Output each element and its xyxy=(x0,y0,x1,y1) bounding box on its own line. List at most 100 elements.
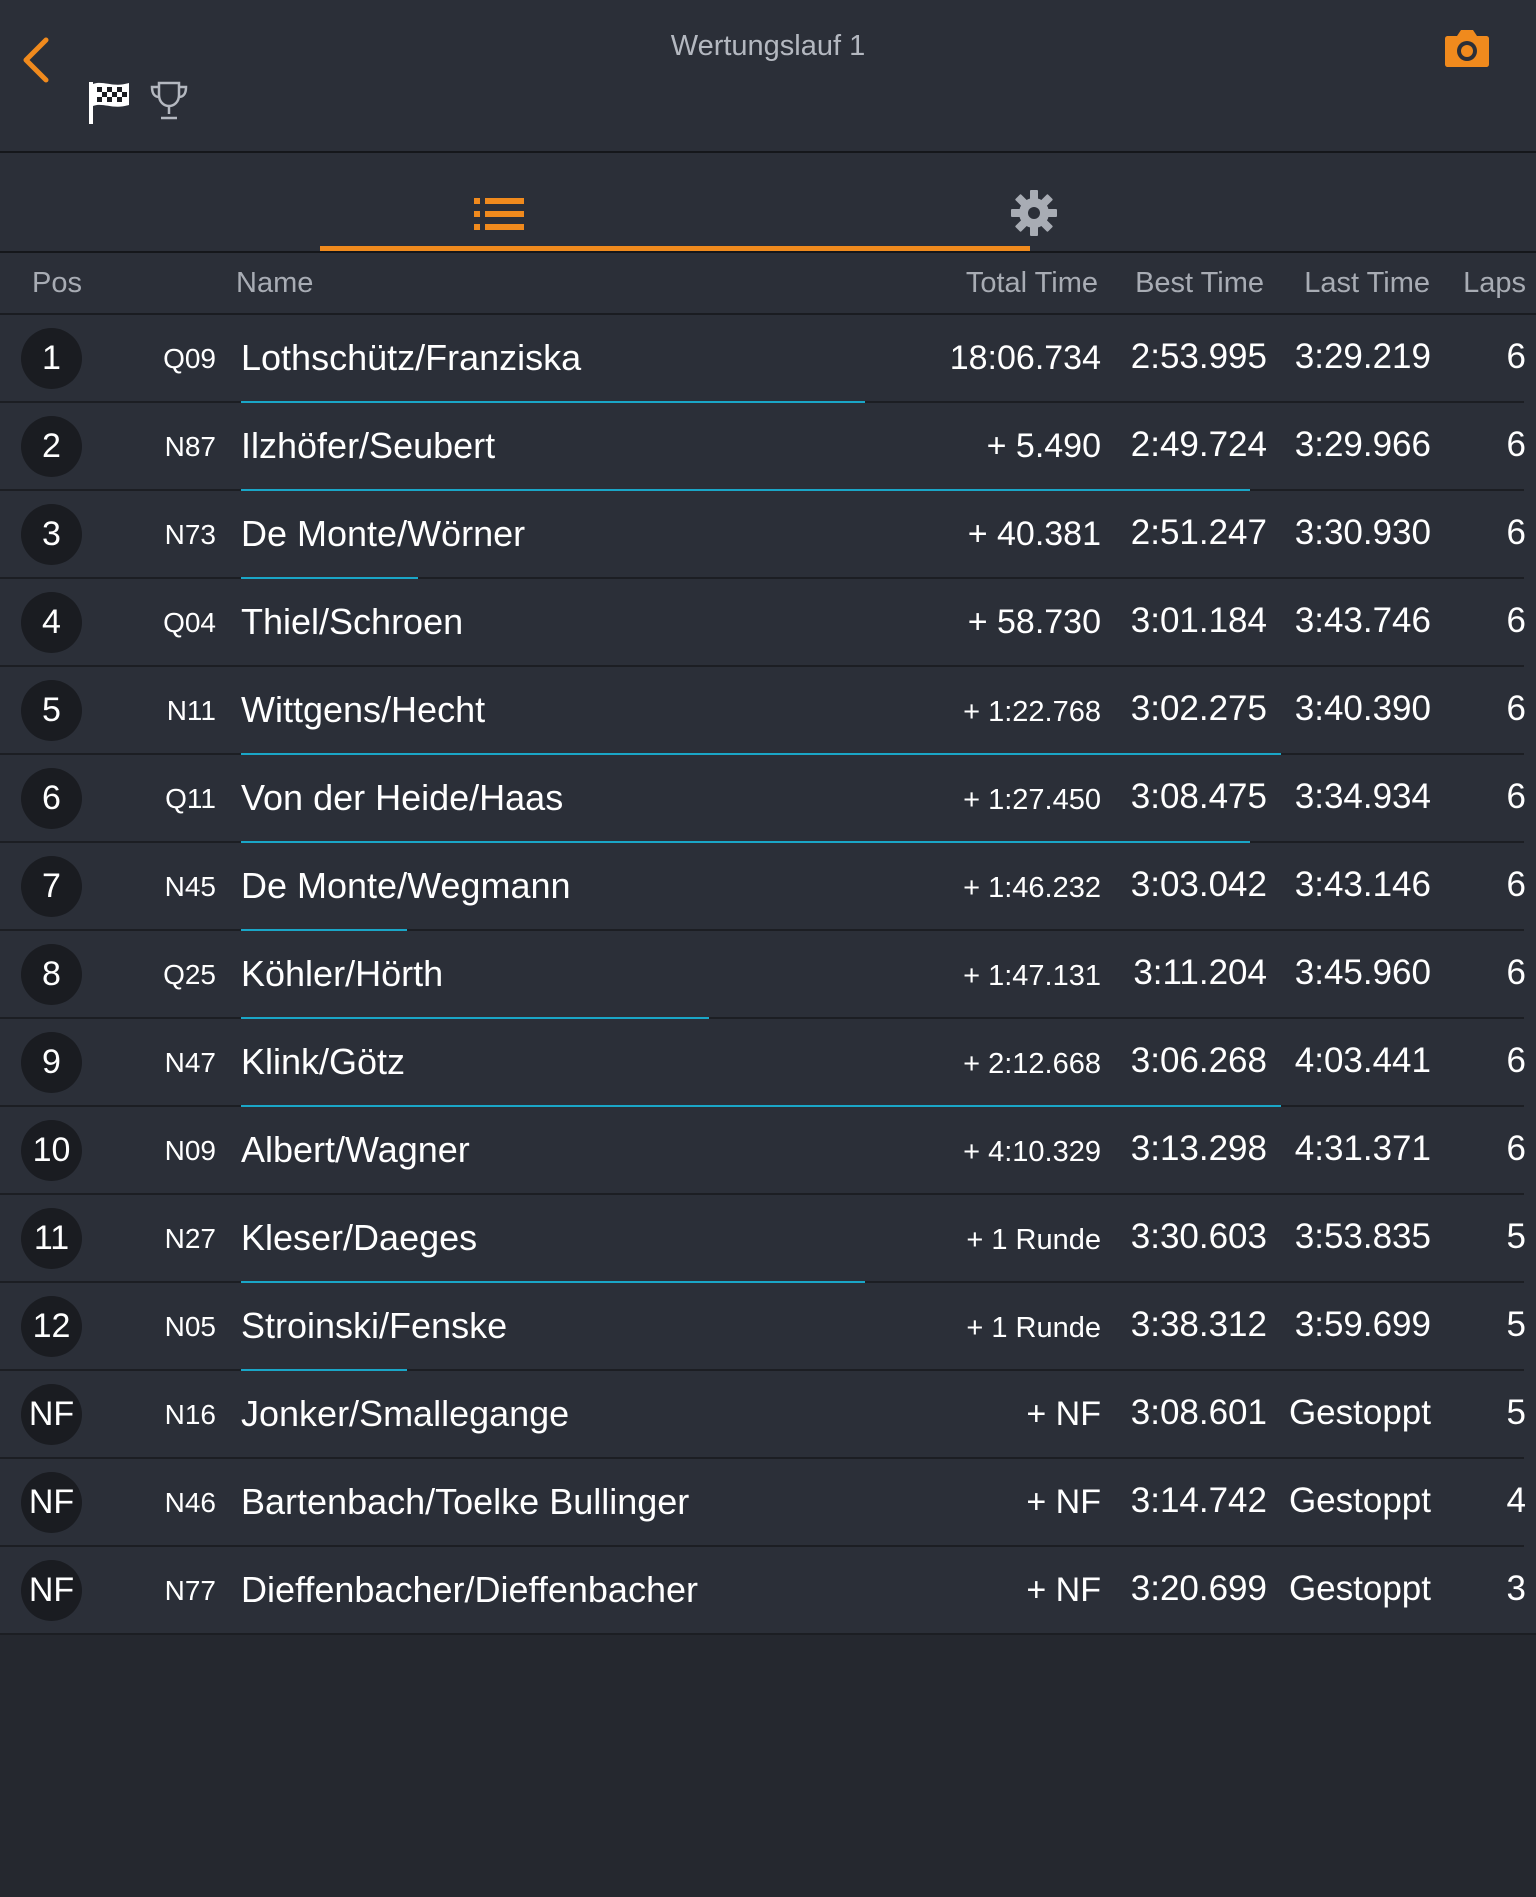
last-time: 3:30.930 xyxy=(1294,513,1431,552)
best-time: 3:20.699 xyxy=(1130,1569,1267,1608)
laps-count: 4 xyxy=(1506,1481,1526,1520)
table-row[interactable]: 9 N47 Klink/Götz + 2:12.668 3:06.268 4:03.441… xyxy=(0,1019,1536,1107)
col-laps[interactable]: Laps xyxy=(1463,267,1526,300)
col-name[interactable]: Name xyxy=(236,267,313,300)
laps-count: 6 xyxy=(1506,513,1526,552)
camera-button[interactable] xyxy=(1442,26,1492,70)
laps-count: 5 xyxy=(1506,1217,1526,1256)
last-time: 3:43.746 xyxy=(1294,601,1431,640)
laps-count: 6 xyxy=(1506,953,1526,992)
driver-name: Klink/Götz xyxy=(241,1041,406,1082)
position-badge: 6 xyxy=(21,768,82,829)
table-row[interactable]: 2 N87 Ilzhöfer/Seubert + 5.490 2:49.724 3:29.… xyxy=(0,403,1536,491)
position-badge: 12 xyxy=(21,1296,82,1357)
results-table: 1 Q09 Lothschütz/Franziska 18:06.734 2:53.99… xyxy=(0,315,1536,1635)
col-best-time[interactable]: Best Time xyxy=(1135,267,1264,300)
total-time: + 58.730 xyxy=(967,603,1101,641)
laps-count: 3 xyxy=(1506,1569,1526,1608)
position-badge: 7 xyxy=(21,856,82,917)
total-time: + 1 Runde xyxy=(966,1312,1101,1344)
total-time: + 1:22.768 xyxy=(963,696,1101,728)
start-number: N46 xyxy=(164,1487,216,1518)
position-badge: 11 xyxy=(21,1208,82,1269)
driver-name: Ilzhöfer/Seubert xyxy=(241,425,496,466)
table-row[interactable]: NF N77 Dieffenbacher/Dieffenbacher + NF 3:20… xyxy=(0,1547,1536,1635)
laps-count: 6 xyxy=(1506,777,1526,816)
position-badge: 2 xyxy=(21,416,82,477)
best-time: 3:14.742 xyxy=(1130,1481,1267,1520)
start-number: N05 xyxy=(164,1311,216,1342)
position-badge: 3 xyxy=(21,504,82,565)
laps-count: 6 xyxy=(1506,337,1526,376)
total-time: + NF xyxy=(1026,1483,1101,1521)
table-row[interactable]: 6 Q11 Von der Heide/Haas + 1:27.450 3:08.475… xyxy=(0,755,1536,843)
table-row[interactable]: 3 N73 De Monte/Wörner + 40.381 2:51.247 3:30.… xyxy=(0,491,1536,579)
position-badge: 4 xyxy=(21,592,82,653)
last-time: Gestoppt xyxy=(1288,1393,1431,1432)
checkered-flag-icon[interactable] xyxy=(86,78,132,126)
table-row[interactable]: 10 N09 Albert/Wagner + 4:10.329 3:13.298 4:31… xyxy=(0,1107,1536,1195)
laps-count: 6 xyxy=(1506,689,1526,728)
position-badge: NF xyxy=(21,1560,82,1621)
laps-count: 6 xyxy=(1506,425,1526,464)
laps-count: 6 xyxy=(1506,601,1526,640)
laps-count: 5 xyxy=(1506,1305,1526,1344)
last-time: 3:29.219 xyxy=(1294,337,1431,376)
start-number: N16 xyxy=(164,1399,216,1430)
best-time: 3:06.268 xyxy=(1130,1041,1267,1080)
start-number: Q04 xyxy=(163,607,216,638)
tab-bar xyxy=(0,153,1536,253)
best-time: 3:08.601 xyxy=(1130,1393,1267,1432)
total-time: + NF xyxy=(1026,1395,1101,1433)
driver-name: Thiel/Schroen xyxy=(241,601,464,642)
position-badge: 10 xyxy=(21,1120,82,1181)
best-time: 3:38.312 xyxy=(1130,1305,1267,1344)
table-row[interactable]: NF N16 Jonker/Smallegange + NF 3:08.601 Gesto… xyxy=(0,1371,1536,1459)
table-row[interactable]: 11 N27 Kleser/Daeges + 1 Runde 3:30.603 3:53.… xyxy=(0,1195,1536,1283)
position-badge: 5 xyxy=(21,680,82,741)
last-time: 3:34.934 xyxy=(1294,777,1431,816)
table-row[interactable]: NF N46 Bartenbach/Toelke Bullinger + NF 3:14… xyxy=(0,1459,1536,1547)
total-time: + 4:10.329 xyxy=(963,1136,1101,1168)
col-last-time[interactable]: Last Time xyxy=(1304,267,1430,300)
trophy-icon[interactable] xyxy=(148,80,190,122)
total-time: + 1:27.450 xyxy=(963,784,1101,816)
table-row[interactable]: 7 N45 De Monte/Wegmann + 1:46.232 3:03.042 3:… xyxy=(0,843,1536,931)
last-time: 4:31.371 xyxy=(1294,1129,1431,1168)
col-pos[interactable]: Pos xyxy=(32,267,82,300)
driver-name: Bartenbach/Toelke Bullinger xyxy=(241,1481,690,1522)
camera-icon xyxy=(1445,30,1489,67)
table-row[interactable]: 4 Q04 Thiel/Schroen + 58.730 3:01.184 3:43.74… xyxy=(0,579,1536,667)
table-row[interactable]: 8 Q25 Köhler/Hörth + 1:47.131 3:11.204 3:45.9… xyxy=(0,931,1536,1019)
driver-name: Dieffenbacher/Dieffenbacher xyxy=(241,1569,698,1610)
best-time: 2:49.724 xyxy=(1130,425,1267,464)
total-time: + 1 Runde xyxy=(966,1224,1101,1256)
table-row[interactable]: 12 N05 Stroinski/Fenske + 1 Runde 3:38.312 3:… xyxy=(0,1283,1536,1371)
position-badge: NF xyxy=(21,1384,82,1445)
table-row[interactable]: 5 N11 Wittgens/Hecht + 1:22.768 3:02.275 3:40… xyxy=(0,667,1536,755)
driver-name: Lothschütz/Franziska xyxy=(241,337,582,378)
start-number: Q25 xyxy=(163,959,216,990)
total-time: 18:06.734 xyxy=(949,339,1101,377)
laps-count: 6 xyxy=(1506,1129,1526,1168)
last-time: 4:03.441 xyxy=(1294,1041,1431,1080)
driver-name: Jonker/Smallegange xyxy=(241,1393,570,1434)
table-row[interactable]: 1 Q09 Lothschütz/Franziska 18:06.734 2:53.99… xyxy=(0,315,1536,403)
driver-name: Stroinski/Fenske xyxy=(241,1305,508,1346)
best-time: 3:01.184 xyxy=(1130,601,1267,640)
tab-settings[interactable] xyxy=(850,153,1220,251)
last-time: 3:29.966 xyxy=(1294,425,1431,464)
col-total-time[interactable]: Total Time xyxy=(966,267,1098,300)
best-time: 2:51.247 xyxy=(1130,513,1267,552)
list-icon xyxy=(474,198,524,230)
last-time: 3:40.390 xyxy=(1294,689,1431,728)
position-badge: 9 xyxy=(21,1032,82,1093)
start-number: N73 xyxy=(164,519,216,550)
best-time: 3:11.204 xyxy=(1133,953,1267,992)
last-time: Gestoppt xyxy=(1288,1569,1431,1608)
laps-count: 5 xyxy=(1506,1393,1526,1432)
driver-name: Von der Heide/Haas xyxy=(241,777,564,818)
total-time: + 1:47.131 xyxy=(963,960,1101,992)
driver-name: Kleser/Daeges xyxy=(241,1217,478,1258)
total-time: + 5.490 xyxy=(986,427,1101,465)
